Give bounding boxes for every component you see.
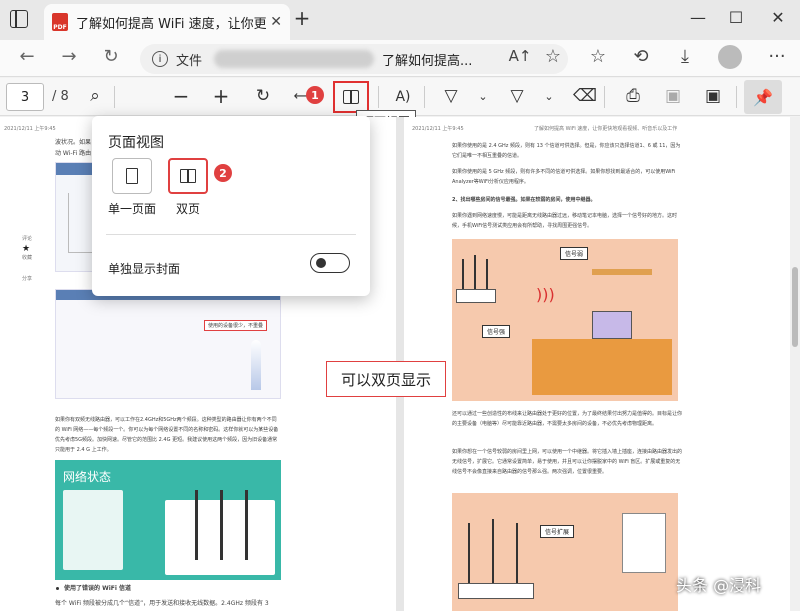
draw-icon[interactable]: ▽ [438, 86, 464, 106]
chart-annotation: 使用的设备很少，不重叠 [204, 320, 268, 331]
double-page-option[interactable] [168, 158, 208, 194]
save-as-icon[interactable]: ▣ [700, 86, 726, 106]
pin-icon: 📌 [753, 87, 773, 107]
page-total: / 8 [52, 89, 69, 104]
popup-divider [106, 234, 356, 235]
url-text: 了解如何提高... [382, 53, 473, 69]
right-page-header-title: 了解如何提高 WiFi 速度，让你更快地观看视频、听音乐以及工作 [534, 126, 678, 132]
history-icon[interactable]: ⟲ [628, 46, 654, 67]
toolbar-divider [378, 86, 379, 108]
minimize-button[interactable]: — [686, 8, 710, 27]
refresh-icon[interactable]: ↻ [98, 46, 124, 67]
network-status-title: 网络状态 [63, 470, 112, 484]
right-paragraph-2: 如果你使用的是 5 GHz 频段，则有许多不同的信道可供选择。如果你想找到最适合… [452, 169, 676, 185]
file-label: 文件 [176, 53, 203, 69]
bullet-icon [56, 587, 59, 590]
scrollbar[interactable] [790, 117, 800, 611]
toolbar-divider [604, 86, 605, 108]
double-page-label: 双页 [176, 202, 201, 216]
left-bottom-line: 每个 WiFi 频段被分成几个“信道”，用于发送和接收无线数据。2.4GHz 频… [55, 600, 269, 607]
left-page-header-date: 2021/12/11 上午9:45 [4, 126, 56, 132]
blurred-path [214, 50, 375, 68]
zoom-in-icon[interactable]: + [208, 84, 234, 108]
tab-actions-icon[interactable] [10, 10, 28, 28]
right-paragraph-4: 还可以通过一些创造性的布线来让路由器处于更好的位置，为了最终结果付出努力是值得的… [452, 411, 683, 427]
star-icon[interactable]: ★ [22, 244, 30, 254]
single-page-label: 单一页面 [108, 202, 157, 216]
pin-button[interactable]: 📌 [744, 80, 782, 114]
toolbar-divider [114, 86, 115, 108]
print-icon[interactable]: ⎙ [620, 86, 646, 106]
toolbar-divider [736, 86, 737, 108]
toolbar-divider [424, 86, 425, 108]
share-label: 分享 [22, 276, 33, 282]
label-weak-signal: 信号弱 [560, 247, 589, 260]
cover-label: 单独显示封面 [108, 262, 181, 276]
page-view-button[interactable] [333, 81, 369, 113]
pdf-icon: PDF [52, 13, 68, 31]
page-view-icon [343, 90, 359, 104]
right-page-header-date: 2021/12/11 上午9:45 [412, 126, 464, 132]
network-status-image: 网络状态 [55, 460, 281, 580]
downloads-icon[interactable]: ⤓ [672, 46, 698, 67]
repeater-illustration: 信号扩展 [452, 493, 678, 611]
info-icon[interactable]: i [152, 51, 168, 67]
close-window-button[interactable]: ✕ [766, 8, 790, 27]
avatar[interactable] [718, 45, 742, 69]
zoom-out-icon[interactable]: − [168, 84, 194, 108]
single-page-option[interactable] [112, 158, 152, 194]
bullet-heading: 使用了错误的 WiFi 信道 [64, 585, 132, 592]
single-page-icon [126, 168, 138, 184]
comment-label: 评论 [22, 236, 33, 242]
callout-box: 可以双页显示 [326, 361, 446, 397]
router-signal-illustration: 信号弱 信号强 ))) [452, 239, 678, 401]
right-paragraph-5: 如果你想在一个信号较弱的房间里上网，可以使用一个中继器。将它插入墙上插座，连接由… [452, 449, 683, 475]
popup-title: 页面视图 [108, 135, 164, 151]
page-number-input[interactable]: 3 [6, 83, 44, 111]
search-icon[interactable]: ⌕ [82, 86, 108, 106]
left-page-line1: 波状况。如果 [55, 139, 92, 146]
chevron-down-icon[interactable]: ⌄ [470, 90, 496, 103]
tab-close-icon[interactable]: ✕ [270, 14, 282, 30]
erase-icon[interactable]: ⌫ [572, 86, 598, 106]
highlight-icon[interactable]: ▽ [504, 86, 530, 106]
rotate-icon[interactable]: ↻ [250, 86, 276, 106]
forward-icon[interactable]: → [56, 46, 82, 67]
wifi-analyzer-screenshot-2: 使用的设备很少，不重叠 [55, 289, 281, 399]
back-icon[interactable]: ← [14, 46, 40, 67]
favorites-icon[interactable]: ☆ [585, 46, 611, 67]
chevron-down-icon[interactable]: ⌄ [536, 90, 562, 103]
tab-title: 了解如何提高 WiFi 速度，让你更快 [76, 16, 266, 32]
right-paragraph-1: 如果你使用的是 2.4 GHz 频段，则有 13 个信道可供选择。但是，你应该只… [452, 143, 681, 159]
right-heading-2: 2、找出哪些房间的信号最强。如果在较弱的房间，使用中继器。 [452, 197, 596, 203]
favorite-label: 收藏 [22, 255, 33, 261]
label-strong-signal: 信号强 [482, 325, 511, 338]
more-icon[interactable]: ··· [764, 46, 790, 67]
browser-tab[interactable]: PDF 了解如何提高 WiFi 速度，让你更快 ✕ [44, 4, 290, 40]
left-paragraph-1: 如果你有双频无线路由器，可以工作在2.4GHz和5GHz两个频段。这种类型的路由… [55, 417, 279, 453]
right-paragraph-3: 如果你遇到网络速度慢，可能是距离无线路由器过远，移动笔记本电脑，选择一个信号好的… [452, 213, 678, 229]
new-tab-button[interactable]: + [290, 6, 314, 30]
maximize-button[interactable]: ☐ [724, 8, 748, 27]
save-icon[interactable]: ▣ [660, 86, 686, 106]
step-badge-1: 1 [306, 86, 324, 104]
left-page-line2: 动 Wi-Fi 路由 [55, 150, 92, 157]
double-page-icon [180, 169, 196, 183]
add-favorite-icon[interactable]: ☆ [540, 46, 566, 67]
address-bar[interactable]: i 文件 了解如何提高... [140, 44, 568, 74]
watermark: 头条 @浸科 [676, 576, 762, 595]
right-page: 2021/12/11 上午9:45 了解如何提高 WiFi 速度，让你更快地观看… [404, 117, 790, 611]
cover-toggle[interactable] [310, 253, 350, 273]
read-aloud-icon[interactable]: A) [390, 89, 416, 105]
label-signal-extend: 信号扩展 [540, 525, 575, 538]
read-aloud-icon[interactable]: A↑ [507, 47, 533, 65]
step-badge-2: 2 [214, 164, 232, 182]
